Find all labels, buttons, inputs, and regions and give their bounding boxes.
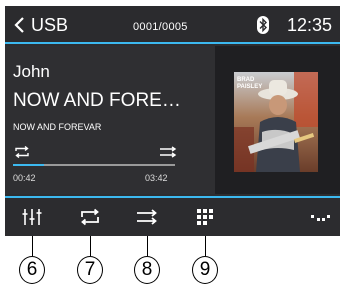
callout-line-8 — [147, 236, 148, 256]
chevron-left-icon — [14, 17, 24, 33]
control-bar — [5, 196, 340, 236]
progress-bar[interactable] — [13, 164, 175, 166]
callout-6: 6 — [19, 256, 45, 284]
shuffle-icon[interactable] — [136, 208, 158, 226]
repeat-status-icon — [15, 146, 29, 158]
callout-line-7 — [90, 236, 91, 256]
bluetooth-icon — [257, 16, 269, 34]
shuffle-status-icon — [160, 146, 177, 158]
header-bar: USB 0001/0005 12:35 — [5, 6, 340, 44]
song-title: NOW AND FORE… — [13, 90, 181, 111]
artist-name: John — [13, 62, 50, 81]
clock: 12:35 — [286, 15, 332, 35]
album-name: NOW AND FOREVAR — [13, 122, 102, 132]
track-counter: 0001/0005 — [133, 21, 188, 33]
elapsed-time: 00:42 — [13, 173, 36, 183]
callout-line-6 — [32, 236, 33, 256]
equalizer-icon[interactable] — [21, 208, 43, 226]
callout-7: 7 — [77, 256, 103, 284]
album-art-text-2: PAISLEY — [237, 84, 262, 90]
progress-fill — [13, 164, 44, 166]
repeat-icon[interactable] — [79, 208, 101, 226]
album-art: BRAD PAISLEY — [234, 72, 318, 172]
callout-line-9 — [205, 236, 206, 256]
back-button[interactable]: USB — [13, 14, 68, 36]
album-art-panel: BRAD PAISLEY — [215, 46, 340, 194]
head-unit-screen: USB 0001/0005 12:35 John NOW AND FORE… N… — [5, 6, 340, 236]
more-icon[interactable] — [309, 208, 331, 226]
callout-8: 8 — [134, 256, 160, 284]
total-duration: 03:42 — [145, 173, 168, 183]
callout-9: 9 — [192, 256, 218, 284]
track-info-panel: John NOW AND FORE… NOW AND FOREVAR 00:42… — [5, 46, 215, 194]
source-label: USB — [31, 14, 69, 35]
grid-icon[interactable] — [194, 208, 216, 226]
album-art-text-1: BRAD — [237, 77, 255, 83]
